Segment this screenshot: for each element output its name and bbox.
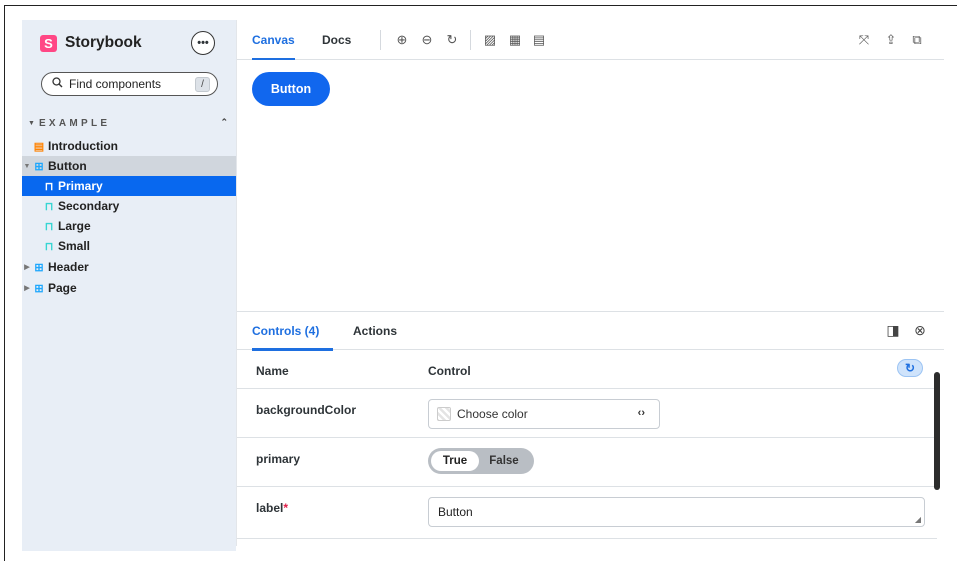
sidebar-item-large[interactable]: ⊓ Large	[22, 216, 236, 236]
color-picker-input[interactable]: Choose color ‹›	[428, 399, 660, 429]
column-header-control: Control	[428, 364, 471, 378]
control-name: backgroundColor	[256, 403, 357, 417]
bookmark-icon: ⊓	[44, 200, 54, 213]
grid-icon[interactable]: ▦	[507, 31, 523, 49]
section-header-example[interactable]: ▼ EXAMPLE ⌃	[28, 117, 228, 129]
component-icon: ⊞	[34, 160, 44, 173]
preview-button[interactable]: Button	[252, 72, 330, 106]
measure-icon[interactable]: ▤	[531, 31, 547, 49]
search-placeholder: Find components	[69, 77, 162, 91]
collapsed-caret-icon: ▶	[24, 264, 30, 271]
brand[interactable]: S Storybook	[40, 34, 142, 52]
color-swatch-icon	[437, 407, 451, 421]
required-mark: *	[283, 501, 289, 515]
collapse-caret-icon: ▼	[28, 120, 35, 127]
toggle-option-true[interactable]: True	[431, 451, 479, 471]
sidebar-item-primary[interactable]: ⊓ Primary	[22, 176, 236, 196]
sidebar-item-button[interactable]: ▼ ⊞ Button	[22, 156, 236, 176]
sidebar-item-introduction[interactable]: ▤ Introduction	[22, 136, 236, 156]
sidebar-item-label: Header	[48, 260, 89, 274]
zoom-out-icon[interactable]: ⊖	[419, 31, 435, 49]
collapsed-caret-icon: ▶	[24, 285, 30, 292]
bookmark-icon: ⊓	[44, 240, 54, 253]
more-menu-button[interactable]: •••	[191, 31, 215, 55]
label-input-value: Button	[438, 505, 473, 519]
sidebar-item-label: Button	[48, 159, 87, 173]
control-name: label*	[256, 501, 288, 515]
code-toggle-icon[interactable]: ‹›	[638, 407, 645, 419]
tab-controls[interactable]: Controls (4)	[252, 312, 334, 351]
sidebar-item-label: Page	[48, 281, 77, 295]
bookmark-icon: ⊓	[44, 180, 54, 193]
expand-collapse-all-icon[interactable]: ⌃	[220, 117, 228, 128]
control-row-label: label* Button ◢	[237, 487, 937, 539]
storybook-logo-icon: S	[40, 34, 57, 52]
document-icon: ▤	[33, 140, 45, 153]
tab-docs[interactable]: Docs	[322, 20, 351, 60]
control-row-backgroundcolor: backgroundColor Choose color ‹›	[237, 389, 937, 438]
sidebar-item-label: Secondary	[58, 199, 120, 213]
zoom-in-icon[interactable]: ⊕	[394, 31, 410, 49]
color-placeholder: Choose color	[457, 407, 528, 421]
control-name-text: label	[256, 501, 284, 515]
column-header-name: Name	[256, 364, 289, 378]
tab-actions[interactable]: Actions	[353, 312, 397, 350]
search-icon	[52, 77, 63, 91]
label-text-input[interactable]: Button ◢	[428, 497, 925, 527]
tab-canvas[interactable]: Canvas	[252, 20, 295, 61]
sidebar: S Storybook ••• Find components / ▼ EXAM…	[22, 20, 236, 551]
search-shortcut-key: /	[195, 77, 210, 92]
app-name: Storybook	[65, 34, 142, 51]
controls-table-header: Name Control ↻	[237, 350, 937, 389]
sidebar-item-label: Primary	[58, 179, 103, 193]
resize-grip-icon[interactable]: ◢	[915, 515, 921, 524]
control-name: primary	[256, 452, 301, 466]
section-title: EXAMPLE	[38, 118, 111, 129]
boolean-toggle[interactable]: True False	[428, 448, 534, 474]
sidebar-item-label: Introduction	[48, 139, 118, 153]
background-icon[interactable]: ▨	[482, 31, 498, 49]
sidebar-item-label: Large	[58, 219, 91, 233]
control-row-primary: primary True False	[237, 438, 937, 487]
close-panel-icon[interactable]: ⊗	[912, 322, 928, 339]
sidebar-item-small[interactable]: ⊓ Small	[22, 236, 236, 256]
sidebar-item-page[interactable]: ▶ ⊞ Page	[22, 278, 236, 298]
toggle-option-false[interactable]: False	[479, 451, 529, 471]
share-icon[interactable]: ⇪	[883, 31, 899, 49]
addon-tabs: Controls (4) Actions ◨ ⊗	[237, 312, 944, 351]
reset-icon: ↻	[904, 361, 916, 375]
toolbar-divider	[470, 30, 471, 50]
component-icon: ⊞	[34, 261, 44, 274]
panel-orientation-icon[interactable]: ◨	[885, 322, 901, 339]
canvas-preview: Button	[237, 60, 944, 311]
expanded-caret-icon: ▼	[23, 162, 31, 170]
reset-controls-button[interactable]: ↻	[897, 359, 923, 377]
component-icon: ⊞	[34, 282, 44, 295]
search-input[interactable]: Find components /	[41, 72, 218, 96]
copy-link-icon[interactable]: ⧉	[909, 31, 925, 49]
fullscreen-icon[interactable]: ⤧	[856, 31, 872, 49]
sidebar-item-label: Small	[58, 239, 91, 253]
zoom-reset-icon[interactable]: ↻	[444, 31, 460, 49]
addons-panel: Controls (4) Actions ◨ ⊗ Name Control ↻ …	[237, 311, 944, 546]
toolbar-divider	[380, 30, 381, 50]
sidebar-item-header[interactable]: ▶ ⊞ Header	[22, 257, 236, 277]
scrollbar[interactable]	[934, 372, 940, 490]
bookmark-icon: ⊓	[44, 220, 54, 233]
main-panel: Canvas Docs ⊕ ⊖ ↻ ▨ ▦ ▤ ⤧ ⇪ ⧉ Button Con…	[236, 20, 944, 546]
sidebar-item-secondary[interactable]: ⊓ Secondary	[22, 196, 236, 216]
toolbar: Canvas Docs ⊕ ⊖ ↻ ▨ ▦ ▤ ⤧ ⇪ ⧉	[237, 20, 944, 61]
